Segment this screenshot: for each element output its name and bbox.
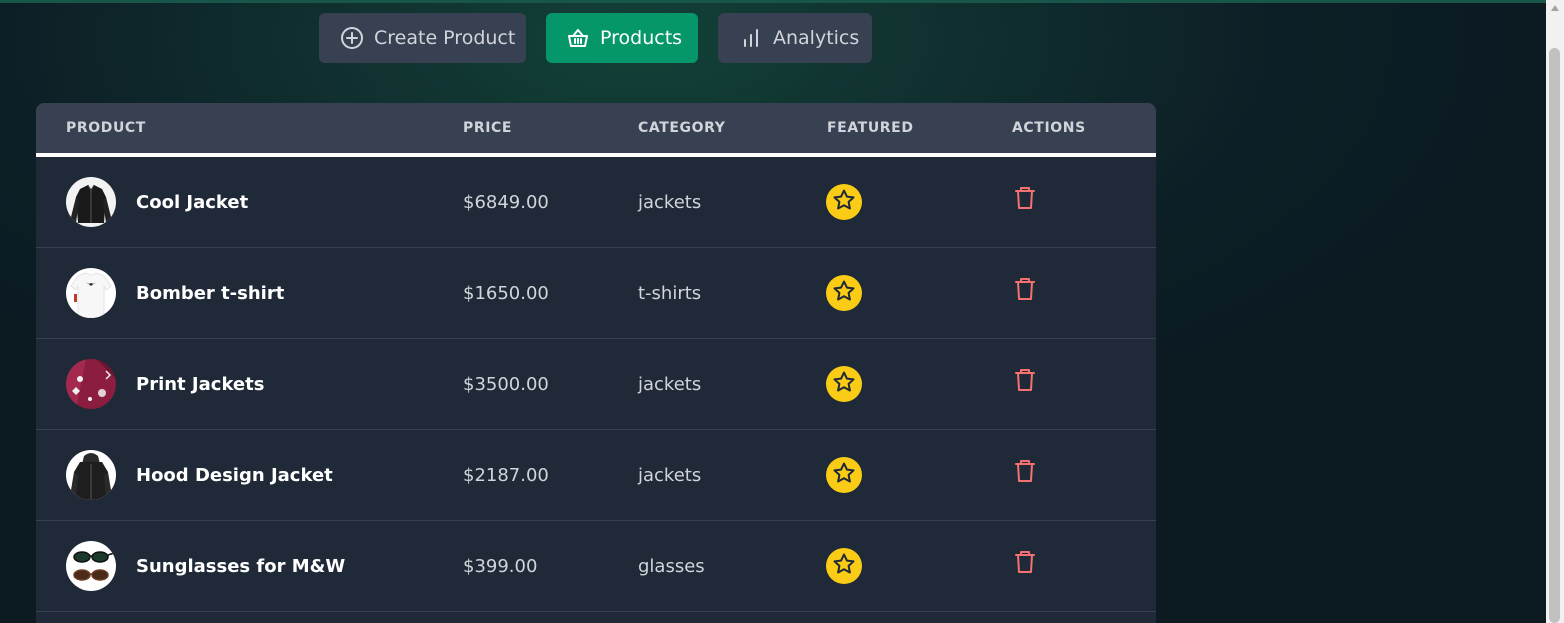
create-product-tab[interactable]: Create Product bbox=[319, 13, 526, 63]
featured-toggle-button[interactable] bbox=[826, 275, 862, 311]
table-row: Cool Jacket $6849.00 jackets bbox=[36, 157, 1156, 248]
analytics-label: Analytics bbox=[773, 27, 860, 49]
table-row: Hood Design Jacket $2187.00 jackets bbox=[36, 430, 1156, 521]
product-category: jackets bbox=[638, 464, 702, 486]
product-price: $399.00 bbox=[463, 555, 538, 577]
trash-icon bbox=[1014, 368, 1036, 396]
featured-toggle-button[interactable] bbox=[826, 548, 862, 584]
featured-toggle-button[interactable] bbox=[826, 366, 862, 402]
featured-toggle-button[interactable] bbox=[826, 457, 862, 493]
table-row: Sunglasses for M&W $399.00 glasses bbox=[36, 521, 1156, 612]
product-image bbox=[66, 450, 116, 500]
scrollbar-thumb[interactable] bbox=[1549, 48, 1560, 623]
star-icon bbox=[832, 552, 856, 580]
scroll-up-arrow-icon[interactable] bbox=[1550, 3, 1560, 13]
header-product: Product bbox=[66, 120, 146, 136]
table-row: Bomber t-shirt $1650.00 t-shirts bbox=[36, 248, 1156, 339]
delete-button[interactable] bbox=[1013, 369, 1037, 395]
products-table: Product Price Category Featured Actions … bbox=[36, 103, 1156, 623]
product-name: Hood Design Jacket bbox=[136, 464, 333, 486]
table-header: Product Price Category Featured Actions bbox=[36, 103, 1156, 157]
product-category: t-shirts bbox=[638, 282, 702, 304]
product-price: $6849.00 bbox=[463, 191, 549, 213]
create-product-label: Create Product bbox=[374, 27, 516, 49]
star-icon bbox=[832, 279, 856, 307]
product-name: Cool Jacket bbox=[136, 191, 249, 213]
product-price: $2187.00 bbox=[463, 464, 549, 486]
header-category: Category bbox=[638, 120, 726, 136]
star-icon bbox=[832, 188, 856, 216]
product-image bbox=[66, 177, 116, 227]
trash-icon bbox=[1014, 550, 1036, 578]
trash-icon bbox=[1014, 459, 1036, 487]
header-featured: Featured bbox=[827, 120, 914, 136]
product-name: Bomber t-shirt bbox=[136, 282, 285, 304]
product-category: glasses bbox=[638, 555, 705, 577]
delete-button[interactable] bbox=[1013, 278, 1037, 304]
product-price: $3500.00 bbox=[463, 373, 549, 395]
product-category: jackets bbox=[638, 191, 702, 213]
product-name: Print Jackets bbox=[136, 373, 265, 395]
trash-icon bbox=[1014, 186, 1036, 214]
delete-button[interactable] bbox=[1013, 187, 1037, 213]
table-row: Print Jackets $3500.00 jackets bbox=[36, 339, 1156, 430]
products-label: Products bbox=[600, 27, 683, 49]
header-price: Price bbox=[463, 120, 513, 136]
bar-chart-icon bbox=[739, 26, 763, 50]
product-name: Sunglasses for M&W bbox=[136, 555, 346, 577]
products-tab[interactable]: Products bbox=[546, 13, 698, 63]
product-category: jackets bbox=[638, 373, 702, 395]
basket-icon bbox=[566, 26, 590, 50]
product-image bbox=[66, 359, 116, 409]
featured-toggle-button[interactable] bbox=[826, 184, 862, 220]
product-image bbox=[66, 268, 116, 318]
plus-circle-icon bbox=[340, 26, 364, 50]
product-image bbox=[66, 541, 116, 591]
header-actions: Actions bbox=[1012, 120, 1086, 136]
star-icon bbox=[832, 461, 856, 489]
star-icon bbox=[832, 370, 856, 398]
product-price: $1650.00 bbox=[463, 282, 549, 304]
trash-icon bbox=[1014, 277, 1036, 305]
delete-button[interactable] bbox=[1013, 460, 1037, 486]
analytics-tab[interactable]: Analytics bbox=[718, 13, 872, 63]
top-border bbox=[0, 0, 1546, 3]
delete-button[interactable] bbox=[1013, 551, 1037, 577]
